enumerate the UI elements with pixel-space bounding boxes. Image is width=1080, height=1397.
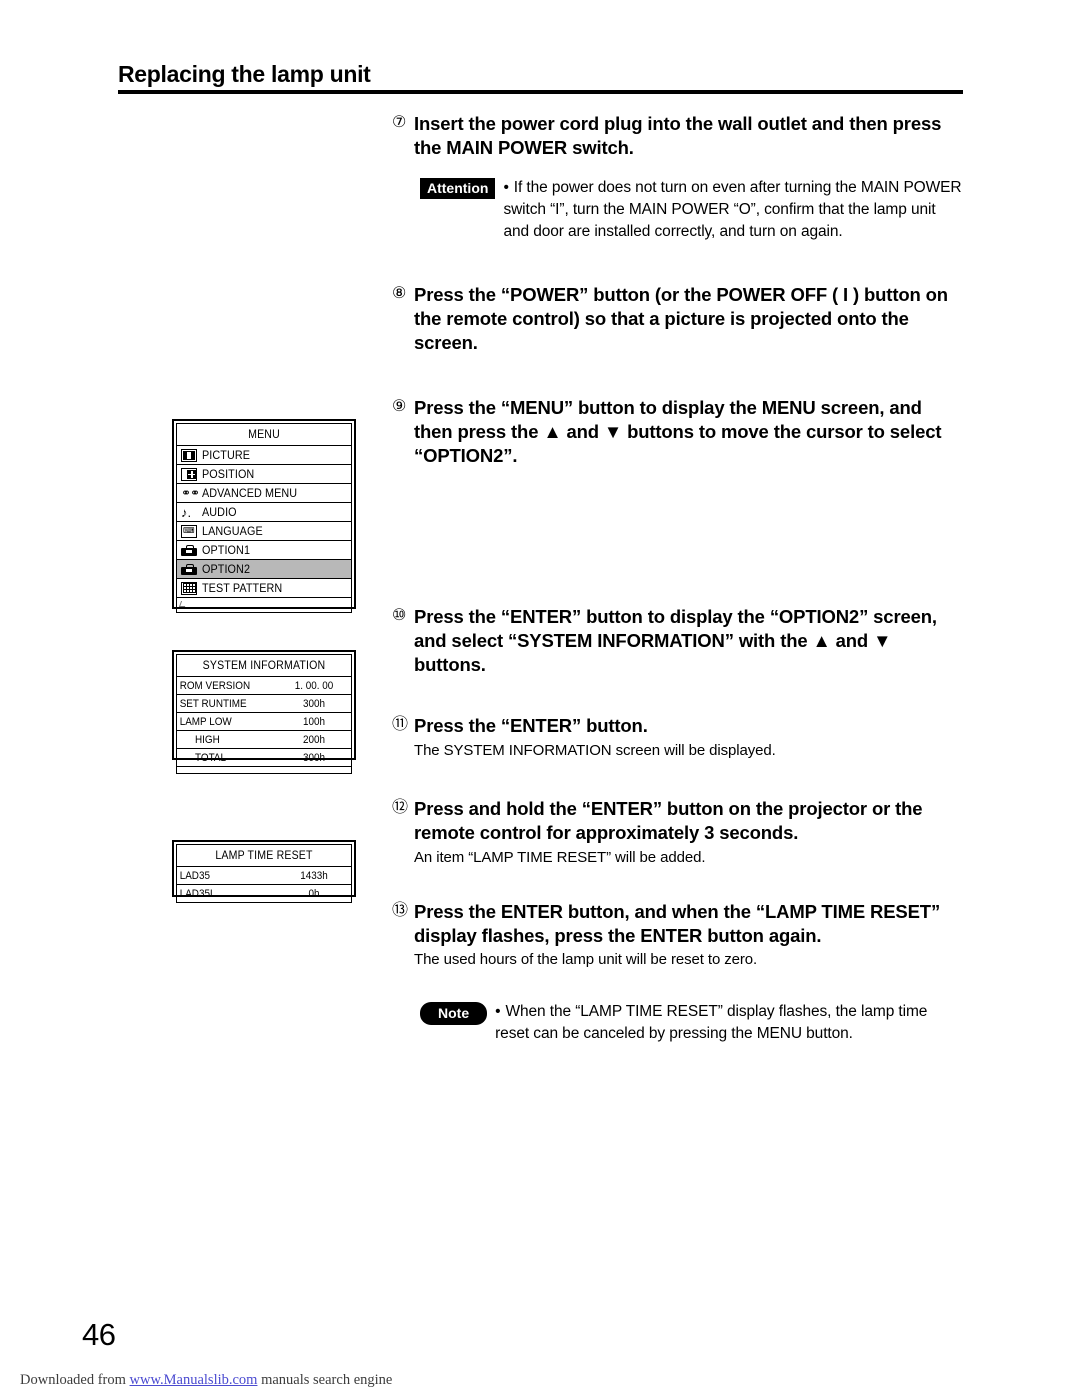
step-12: ⑫ Press and hold the “ENTER” button on t…	[392, 797, 964, 868]
table-row: LAD35 1433h	[177, 866, 351, 884]
advanced-menu-icon: ⚭⚭	[181, 485, 200, 500]
system-information-osd-frame: SYSTEM INFORMATION ROM VERSION 1. 00. 00…	[176, 654, 352, 774]
row-key: LAMP LOW	[179, 715, 232, 728]
lamp-time-reset-osd-frame: LAMP TIME RESET LAD35 1433h LAD35L 0h	[176, 844, 352, 903]
download-footer: Downloaded from www.Manualslib.com manua…	[20, 1372, 392, 1389]
row-value: 300h	[302, 751, 326, 764]
menu-item-label: POSITION	[202, 467, 255, 481]
step-number: ⑧	[392, 285, 407, 303]
menu-osd-figure: MENU PICTURE POSITION ⚭⚭ ADVANCED MENU ♪…	[172, 419, 356, 613]
table-row: ROM VERSION 1. 00. 00	[177, 676, 351, 694]
step-8: ⑧ Press the “POWER” button (or the POWER…	[392, 283, 964, 354]
system-information-osd-title: SYSTEM INFORMATION	[202, 658, 326, 672]
row-value: 1. 00. 00	[294, 679, 334, 692]
row-key: HIGH	[195, 733, 220, 746]
menu-item-language[interactable]: ⌨ LANGUAGE	[177, 521, 351, 540]
step-text: Press the “ENTER” button to display the …	[414, 606, 937, 675]
lamp-time-reset-osd-figure: LAMP TIME RESET LAD35 1433h LAD35L 0h	[172, 840, 356, 903]
menu-osd-partial-row	[177, 597, 351, 612]
system-information-osd-footer	[177, 766, 351, 773]
step-13: ⑬ Press the ENTER button, and when the “…	[392, 900, 964, 971]
row-value: 200h	[302, 733, 326, 746]
step-number: ⑬	[392, 901, 408, 919]
row-value: 0h	[308, 887, 320, 900]
row-value: 300h	[302, 697, 326, 710]
language-icon: ⌨	[181, 524, 197, 538]
option2-icon	[181, 563, 197, 576]
menu-item-label: OPTION2	[202, 562, 251, 576]
page-number: 46	[82, 1317, 116, 1352]
step-text: Press the “MENU” button to display the M…	[414, 397, 942, 466]
menu-item-option1[interactable]: OPTION1	[177, 540, 351, 559]
row-key: LAD35	[179, 869, 210, 882]
system-information-osd-figure: SYSTEM INFORMATION ROM VERSION 1. 00. 00…	[172, 650, 356, 774]
step-subtext: The used hours of the lamp unit will be …	[414, 951, 758, 969]
picture-icon	[181, 448, 197, 462]
download-prefix: Downloaded from	[20, 1372, 130, 1388]
bullet-marker: •	[503, 179, 509, 197]
test-pattern-icon	[181, 581, 197, 595]
menu-item-picture[interactable]: PICTURE	[177, 445, 351, 464]
attention-badge: Attention	[420, 178, 496, 200]
menu-item-label: OPTION1	[202, 543, 251, 557]
step-text: Press and hold the “ENTER” button on the…	[414, 798, 923, 843]
menu-item-test-pattern[interactable]: TEST PATTERN	[177, 578, 351, 597]
menu-item-label: TEST PATTERN	[202, 581, 283, 595]
row-value: 100h	[302, 715, 326, 728]
step-number: ⑨	[392, 398, 407, 416]
row-key: SET RUNTIME	[179, 697, 247, 710]
step-subtext: The SYSTEM INFORMATION screen will be di…	[414, 742, 776, 760]
step-7: ⑦ Insert the power cord plug into the wa…	[392, 112, 964, 159]
page-title: Replacing the lamp unit	[118, 61, 371, 87]
menu-item-label: AUDIO	[202, 505, 237, 519]
menu-item-position[interactable]: POSITION	[177, 464, 351, 483]
menu-osd-title: MENU	[248, 427, 280, 441]
row-key: TOTAL	[195, 751, 226, 764]
lamp-time-reset-osd-title: LAMP TIME RESET	[215, 848, 313, 862]
step-number: ⑩	[392, 607, 407, 625]
download-suffix: manuals search engine	[257, 1372, 393, 1388]
step-text: Press the “POWER” button (or the POWER O…	[414, 284, 948, 353]
note-badge: Note	[420, 1001, 488, 1025]
table-row: LAD35L 0h	[177, 884, 351, 902]
step-number: ⑪	[392, 716, 408, 734]
menu-item-advanced-menu[interactable]: ⚭⚭ ADVANCED MENU	[177, 483, 351, 502]
step-subtext: An item “LAMP TIME RESET” will be added.	[414, 848, 706, 866]
note-text-wrap: • When the “LAMP TIME RESET” display flas…	[487, 1001, 964, 1045]
step-number: ⑦	[392, 114, 407, 131]
menu-item-label: ADVANCED MENU	[202, 486, 298, 500]
note-text: When the “LAMP TIME RESET” display flash…	[495, 1002, 928, 1042]
step-text: Press the “ENTER” button.	[414, 715, 648, 737]
bullet-marker: •	[495, 1002, 501, 1020]
step-text: Press the ENTER button, and when the “LA…	[414, 900, 941, 946]
option1-icon	[181, 544, 197, 557]
step-9: ⑨ Press the “MENU” button to display the…	[392, 396, 964, 467]
header-rule	[118, 90, 963, 95]
step-10: ⑩ Press the “ENTER” button to display th…	[392, 605, 964, 676]
menu-osd-frame: MENU PICTURE POSITION ⚭⚭ ADVANCED MENU ♪…	[176, 423, 352, 613]
menu-item-label: PICTURE	[202, 448, 251, 462]
instruction-steps: ⑦ Insert the power cord plug into the wa…	[392, 112, 964, 1045]
attention-text-wrap: • If the power does not turn on even afte…	[495, 177, 964, 243]
row-key: ROM VERSION	[179, 679, 251, 692]
menu-item-option2[interactable]: OPTION2	[177, 559, 351, 578]
position-icon	[181, 467, 197, 481]
note-callout: Note • When the “LAMP TIME RESET” display…	[420, 1001, 964, 1045]
table-row: TOTAL 300h	[177, 748, 351, 766]
attention-text: If the power does not turn on even after…	[503, 179, 962, 241]
table-row: HIGH 200h	[177, 730, 351, 748]
page-header: Replacing the lamp unit	[118, 61, 963, 95]
manualslib-link[interactable]: www.Manualslib.com	[130, 1372, 258, 1388]
row-key: LAD35L	[179, 887, 216, 900]
audio-icon: ♪.	[181, 504, 192, 520]
table-row: LAMP LOW 100h	[177, 712, 351, 730]
step-11: ⑪ Press the “ENTER” button. The SYSTEM I…	[392, 714, 964, 761]
step-number: ⑫	[392, 799, 408, 817]
attention-callout: Attention • If the power does not turn on…	[420, 177, 964, 243]
table-row: SET RUNTIME 300h	[177, 694, 351, 712]
menu-item-audio[interactable]: ♪. AUDIO	[177, 502, 351, 521]
row-value: 1433h	[300, 869, 328, 882]
menu-item-label: LANGUAGE	[202, 524, 263, 538]
step-text: Insert the power cord plug into the wall…	[414, 113, 942, 158]
